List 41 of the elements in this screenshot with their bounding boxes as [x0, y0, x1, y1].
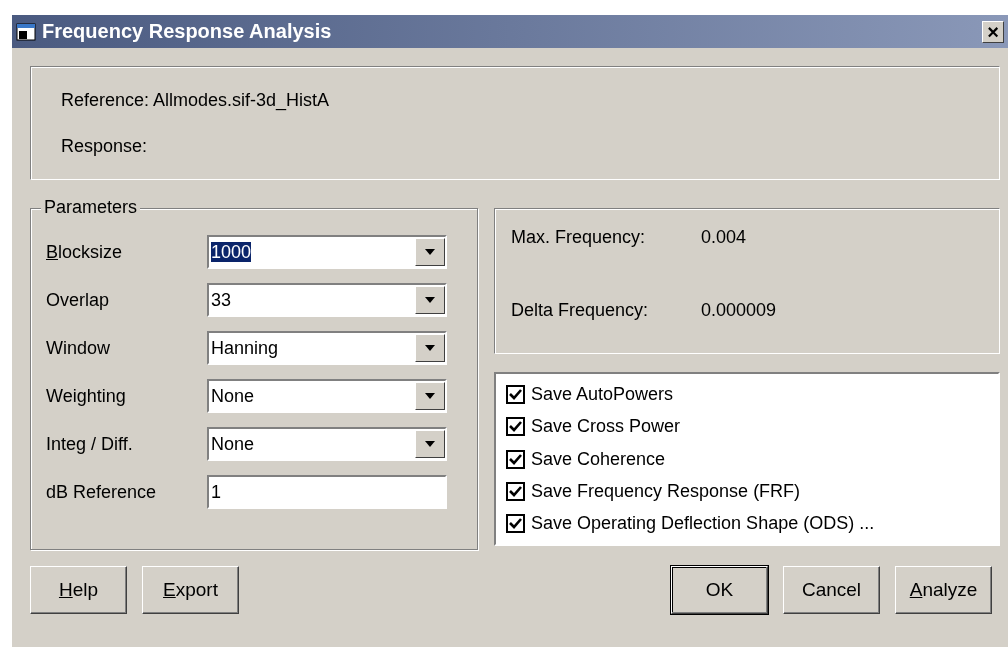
- dropdown-arrow-icon[interactable]: [424, 392, 436, 400]
- dropdown[interactable]: 1000: [207, 235, 447, 269]
- dropdown[interactable]: 33: [207, 283, 447, 317]
- dialog-button[interactable]: OK: [671, 566, 768, 614]
- dropdown[interactable]: None: [207, 427, 447, 461]
- window-app-icon: [16, 20, 38, 43]
- dropdown[interactable]: None: [207, 379, 447, 413]
- field-label: Blocksize: [46, 241, 124, 263]
- field-label: Overlap: [46, 289, 111, 311]
- info-value: 0.000009: [701, 300, 777, 321]
- option-label[interactable]: Save Frequency Response (FRF): [531, 480, 801, 502]
- source-text: Response:: [61, 135, 149, 157]
- dropdown-arrow-icon[interactable]: [424, 440, 436, 448]
- dropdown[interactable]: Hanning: [207, 331, 447, 365]
- info-label: Delta Frequency:: [511, 300, 650, 321]
- field-label: dB Reference: [46, 481, 158, 503]
- dialog-button[interactable]: Help: [30, 566, 127, 614]
- option-label[interactable]: Save Coherence: [531, 448, 666, 470]
- option-label[interactable]: Save Operating Deflection Shape (ODS) ...: [531, 513, 875, 535]
- dropdown-arrow-icon[interactable]: [424, 344, 436, 352]
- dropdown-arrow-icon[interactable]: [424, 296, 436, 304]
- checkbox[interactable]: [506, 417, 525, 437]
- dialog-button[interactable]: Analyze: [895, 566, 992, 614]
- checkbox[interactable]: [506, 384, 525, 404]
- option-label[interactable]: Save AutoPowers: [531, 383, 674, 405]
- field-label: Weighting: [46, 385, 127, 407]
- checkbox[interactable]: [506, 449, 525, 469]
- field-label: Window: [46, 337, 112, 359]
- dialog-button[interactable]: Cancel: [783, 566, 880, 614]
- window-title: Frequency Response Analysis: [42, 20, 333, 43]
- dialog-button[interactable]: Export: [142, 566, 239, 614]
- dropdown-arrow-icon[interactable]: [424, 248, 436, 256]
- close-button[interactable]: ×: [982, 20, 1004, 43]
- info-value: 0.004: [701, 227, 747, 248]
- option-label[interactable]: Save Cross Power: [531, 416, 681, 438]
- checkbox[interactable]: [506, 514, 525, 534]
- field-label: Integ / Diff.: [46, 433, 134, 455]
- checkbox[interactable]: [506, 481, 525, 501]
- input-field[interactable]: 1: [207, 475, 447, 509]
- info-label: Max. Frequency:: [511, 227, 647, 248]
- source-text: Reference: Allmodes.sif-3d_HistA: [61, 89, 331, 111]
